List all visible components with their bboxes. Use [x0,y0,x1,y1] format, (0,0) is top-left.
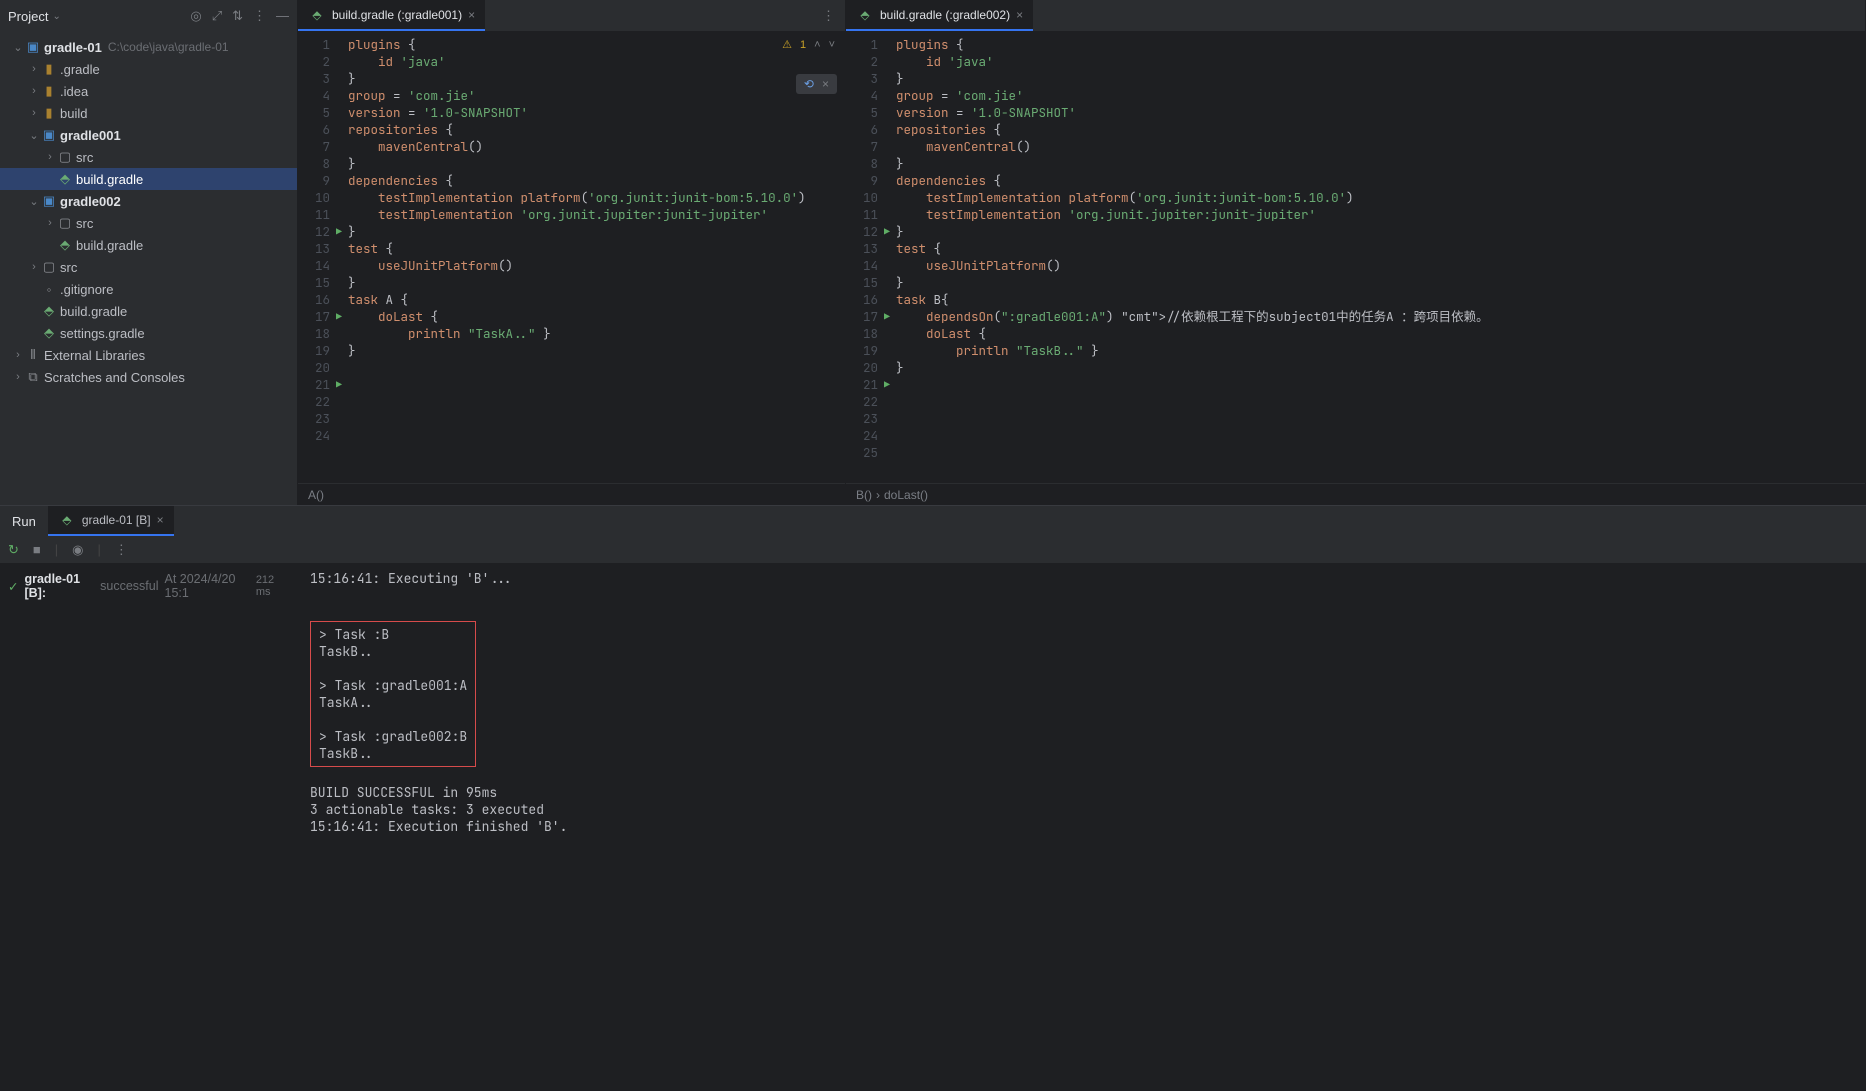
stop-icon[interactable]: ■ [33,542,41,557]
run-tab[interactable]: ⬘ gradle-01 [B] × [48,506,174,536]
view-icon[interactable]: ◉ [72,542,83,558]
code-editor-1[interactable]: plugins { id 'java'}group = 'com.jie'ver… [344,32,845,483]
gutter: 123456789101112131415161718192021222324 [298,32,344,483]
tree-folder-idea[interactable]: ›▮ .idea [0,80,297,102]
run-panel-title: Run [0,514,48,529]
breadcrumb-1[interactable]: A() [298,483,845,505]
collapse-icon[interactable]: ⇅ [232,8,243,24]
tree-folder-g002-src[interactable]: ›▢ src [0,212,297,234]
tab-menu-icon[interactable]: ⋮ [812,8,845,24]
tree-file-g001-build[interactable]: ⬘ build.gradle [0,168,297,190]
tree-file-root-build[interactable]: ⬘ build.gradle [0,300,297,322]
tree-file-gitignore[interactable]: ◦ .gitignore [0,278,297,300]
prev-problem-icon[interactable]: ˄ [814,39,820,51]
editor-tab-1-label: build.gradle (:gradle001) [332,8,462,22]
project-title[interactable]: Project ⌄ [8,9,190,24]
tree-folder-src[interactable]: ›▢ src [0,256,297,278]
tree-root[interactable]: ⌄▣ gradle-01 C:\code\java\gradle-01 [0,36,297,58]
editor-pane-1: ⬘ build.gradle (:gradle001) × ⋮ ⚠1 ˄ ˅ ⟲… [298,0,846,505]
run-result-row[interactable]: ✓ gradle-01 [B]: successful At 2024/4/20… [8,572,287,600]
editor-tab-1[interactable]: ⬘ build.gradle (:gradle001) × [298,0,485,31]
tree-folder-gradle[interactable]: ›▮ .gradle [0,58,297,80]
tree-folder-build[interactable]: ›▮ build [0,102,297,124]
tree-file-settings[interactable]: ⬘ settings.gradle [0,322,297,344]
project-sidebar: Project ⌄ ◎ ⤢ ⇅ ⋮ — ⌄▣ gradle-01 C:\code… [0,0,298,505]
tree-file-g002-build[interactable]: ⬘ build.gradle [0,234,297,256]
editor-tab-2-label: build.gradle (:gradle002) [880,8,1010,22]
run-console[interactable]: 15:16:41: Executing 'B'... > Task :B Tas… [296,564,1866,1091]
project-tree: ⌄▣ gradle-01 C:\code\java\gradle-01 ›▮ .… [0,32,297,392]
run-panel: Run ⬘ gradle-01 [B] × ↻ ■ | ◉ | ⋮ ✓ grad… [0,505,1866,1091]
hide-icon[interactable]: — [276,8,289,24]
close-icon[interactable]: × [468,8,475,22]
code-editor-2[interactable]: plugins { id 'java'}group = 'com.jie'ver… [892,32,1865,483]
tree-module-gradle002[interactable]: ⌄▣ gradle002 [0,190,297,212]
tree-folder-g001-src[interactable]: ›▢ src [0,146,297,168]
expand-icon[interactable]: ⤢ [212,8,222,24]
tree-scratches[interactable]: ›⧉ Scratches and Consoles [0,366,297,388]
locate-icon[interactable]: ◎ [190,8,201,24]
editor-tab-2[interactable]: ⬘ build.gradle (:gradle002) × [846,0,1033,31]
run-tree: ✓ gradle-01 [B]: successful At 2024/4/20… [0,564,296,1091]
editor-pane-2: ⬘ build.gradle (:gradle002) × 1234567891… [846,0,1866,505]
success-icon: ✓ [8,579,18,594]
next-problem-icon[interactable]: ˅ [829,39,835,51]
more-icon[interactable]: ⋮ [253,8,266,24]
close-icon[interactable]: × [1016,8,1023,22]
tree-module-gradle001[interactable]: ⌄▣ gradle001 [0,124,297,146]
gradle-sync-button[interactable]: ⟲ × [796,74,837,94]
close-icon[interactable]: × [822,77,829,91]
rerun-icon[interactable]: ↻ [8,542,19,558]
more-icon[interactable]: ⋮ [115,542,128,558]
console-highlight-box: > Task :B TaskB.. > Task :gradle001:A Ta… [310,621,476,767]
gutter: 1234567891011121314151617181920212223242… [846,32,892,483]
tree-external-libs[interactable]: ›⫴ External Libraries [0,344,297,366]
breadcrumb-2[interactable]: B() › doLast() [846,483,1865,505]
inspection-badge[interactable]: ⚠1 ˄ ˅ [782,38,835,51]
close-icon[interactable]: × [157,513,164,527]
